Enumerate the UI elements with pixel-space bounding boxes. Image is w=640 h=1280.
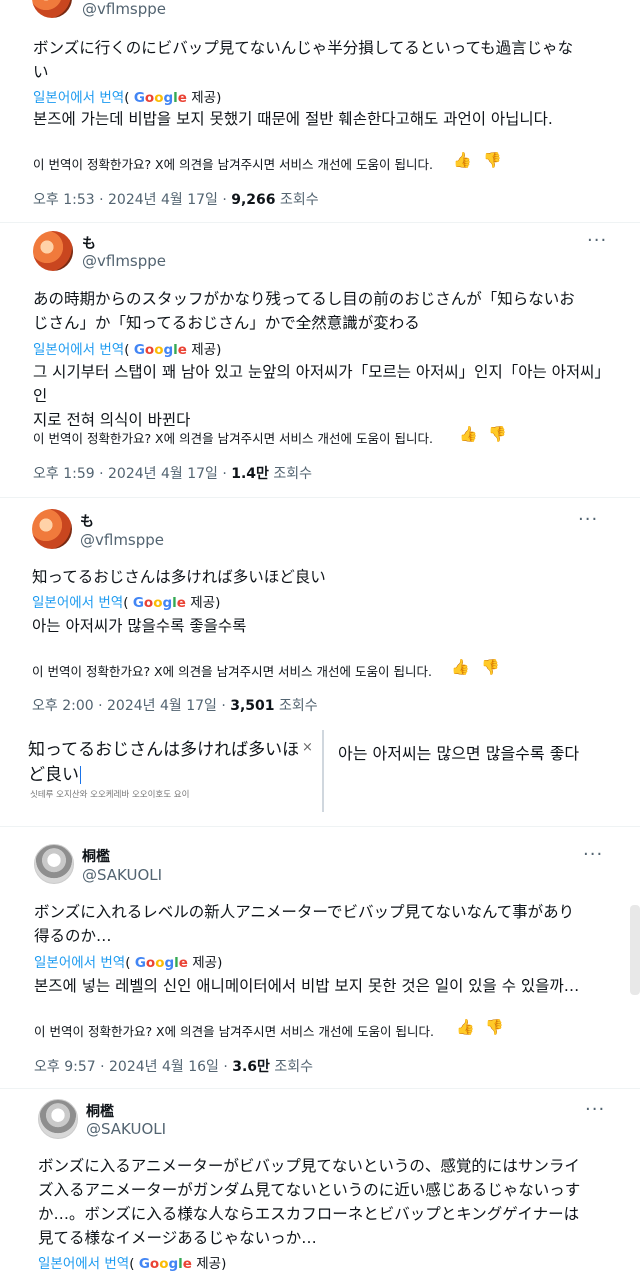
translation-label[interactable]: 일본어에서 번역( Google 제공) — [32, 591, 220, 611]
translated-text: 본즈에 가는데 비밥을 보지 못했기 때문에 절반 훼손한다고해도 과언이 아닙… — [33, 107, 613, 131]
original-text: ボンズに行くのにビバップ見てないんじゃ半分損してるといっても過言じゃな い — [33, 36, 603, 84]
thumbs-down-icon[interactable]: 👎 — [481, 658, 500, 676]
original-text: 知ってるおじさんは多ければ多いほど良い — [32, 565, 612, 589]
text-line: ボンズに入れるレベルの新人アニメーターでビバップ見てないなんて事があり — [34, 903, 575, 921]
translation-label[interactable]: 일본어에서 번역( Google 제공) — [33, 338, 221, 358]
avatar[interactable] — [34, 844, 74, 884]
translator-output: 아는 아저씨는 많으면 많을수록 좋다 — [338, 744, 580, 763]
post-meta: 오후 1:53 · 2024년 4월 17일 · 9,266 조회수 — [33, 192, 319, 208]
post-meta: 오후 1:59 · 2024년 4월 17일 · 1.4만 조회수 — [33, 466, 313, 482]
avatar[interactable] — [32, 509, 72, 549]
translation-label[interactable]: 일본어에서 번역( Google 제공) — [38, 1252, 226, 1272]
thumbs-up-icon[interactable]: 👍 — [459, 425, 478, 443]
thumbs-up-icon[interactable]: 👍 — [456, 1018, 475, 1036]
text-line: ズ入るアニメーターがガンダム見てないというのに近い感じあるじゃないっす — [38, 1181, 581, 1199]
avatar[interactable] — [32, 0, 72, 18]
text-line: あの時期からのスタッフがかなり残ってるし目の前のおじさんが「知らないお — [33, 290, 575, 308]
divider — [0, 1088, 640, 1089]
post-meta: 오후 9:57 · 2024년 4월 16일 · 3.6만 조회수 — [34, 1059, 314, 1075]
translator-divider — [322, 730, 324, 812]
translation-feedback-text: 이 번역이 정확한가요? X에 의견을 남겨주시면 서비스 개선에 도움이 됩니… — [33, 431, 433, 446]
translation-label[interactable]: 일본어에서 번역( Google 제공) — [33, 86, 221, 106]
thumbs-down-icon[interactable]: 👎 — [488, 425, 507, 443]
thumbs-up-icon[interactable]: 👍 — [453, 151, 472, 169]
avatar[interactable] — [38, 1099, 78, 1139]
more-options-icon[interactable]: ··· — [585, 1099, 605, 1120]
text-line: い — [33, 63, 49, 81]
text-line: 아는 아저씨가 많을수록 좋을수록 — [32, 617, 247, 635]
user-name[interactable]: も — [80, 511, 94, 531]
translator-romanization: 싯테루 오지산와 오오케레바 오오이호도 요이 — [30, 790, 190, 800]
text-line: ボンズに入るアニメーターがビバップ見てないというの、感覚的にはサンライ — [38, 1157, 580, 1175]
more-options-icon[interactable]: ··· — [587, 230, 607, 251]
thumbs-up-icon[interactable]: 👍 — [451, 658, 470, 676]
user-name[interactable]: 桐檻 — [86, 1101, 114, 1121]
scrollbar[interactable] — [630, 905, 640, 995]
clear-source-icon[interactable]: × — [302, 740, 313, 755]
user-handle[interactable]: @SAKUOLI — [82, 866, 162, 884]
user-name[interactable]: 桐檻 — [82, 846, 110, 866]
text-line: じさん」か「知ってるおじさん」かで全然意識が変わる — [33, 314, 420, 332]
divider — [0, 826, 640, 827]
translation-label[interactable]: 일본어에서 번역( Google 제공) — [34, 951, 222, 971]
text-line: ボンズに行くのにビバップ見てないんじゃ半分損してるといっても過言じゃな — [33, 39, 574, 57]
thumbs-down-icon[interactable]: 👎 — [483, 151, 502, 169]
user-handle[interactable]: @vflmsppe — [82, 252, 166, 270]
divider — [0, 222, 640, 223]
text-caret — [80, 766, 81, 784]
text-line: 본즈에 넣는 레벨의 신인 애니메이터에서 비밥 보지 못한 것은 일이 있을 … — [34, 977, 580, 995]
original-text: ボンズに入れるレベルの新人アニメーターでビバップ見てないなんて事があり 得るのか… — [34, 900, 619, 948]
translation-feedback-text: 이 번역이 정확한가요? X에 의견을 남겨주시면 서비스 개선에 도움이 됩니… — [32, 664, 432, 679]
more-options-icon[interactable]: ··· — [583, 844, 603, 865]
avatar[interactable] — [33, 231, 73, 271]
text-line: 知ってるおじさんは多ければ多いほ — [28, 740, 300, 760]
user-handle[interactable]: @vflmsppe — [82, 0, 166, 18]
translation-feedback-text: 이 번역이 정확한가요? X에 의견을 남겨주시면 서비스 개선에 도움이 됩니… — [33, 157, 433, 172]
more-options-icon[interactable]: ··· — [578, 509, 598, 530]
post-meta: 오후 2:00 · 2024년 4월 17일 · 3,501 조회수 — [32, 698, 318, 714]
text-line: ど良い — [28, 765, 79, 785]
text-line: か…。ボンズに入る様な人ならエスカフローネとビバップとキングゲイナーは — [38, 1205, 580, 1223]
divider — [0, 497, 640, 498]
thumbs-down-icon[interactable]: 👎 — [485, 1018, 504, 1036]
text-line: 知ってるおじさんは多ければ多いほど良い — [32, 568, 326, 586]
user-handle[interactable]: @vflmsppe — [80, 531, 164, 549]
translated-text: 아는 아저씨가 많을수록 좋을수록 — [32, 614, 612, 638]
translation-feedback-text: 이 번역이 정확한가요? X에 의견을 남겨주시면 서비스 개선에 도움이 됩니… — [34, 1024, 434, 1039]
user-handle[interactable]: @SAKUOLI — [86, 1120, 166, 1138]
text-line: 得るのか… — [34, 927, 112, 945]
text-line: 그 시기부터 스탭이 꽤 남아 있고 눈앞의 아저씨가「모르는 아저씨」인지「아… — [33, 363, 610, 405]
text-line: 見てる様なイメージあるじゃないっか… — [38, 1229, 317, 1247]
user-name[interactable]: も — [82, 233, 96, 253]
translated-text: 본즈에 넣는 레벨의 신인 애니메이터에서 비밥 보지 못한 것은 일이 있을 … — [34, 974, 624, 998]
original-text: あの時期からのスタッフがかなり残ってるし目の前のおじさんが「知らないお じさん」… — [33, 287, 613, 335]
original-text: ボンズに入るアニメーターがビバップ見てないというの、感覚的にはサンライ ズ入るア… — [38, 1154, 623, 1250]
text-line: 본즈에 가는데 비밥을 보지 못했기 때문에 절반 훼손한다고해도 과언이 아닙… — [33, 110, 553, 128]
translator-source-input[interactable]: 知ってるおじさんは多ければ多いほ ど良い — [28, 738, 308, 788]
translated-text: 그 시기부터 스탭이 꽤 남아 있고 눈앞의 아저씨가「모르는 아저씨」인지「아… — [33, 360, 613, 432]
